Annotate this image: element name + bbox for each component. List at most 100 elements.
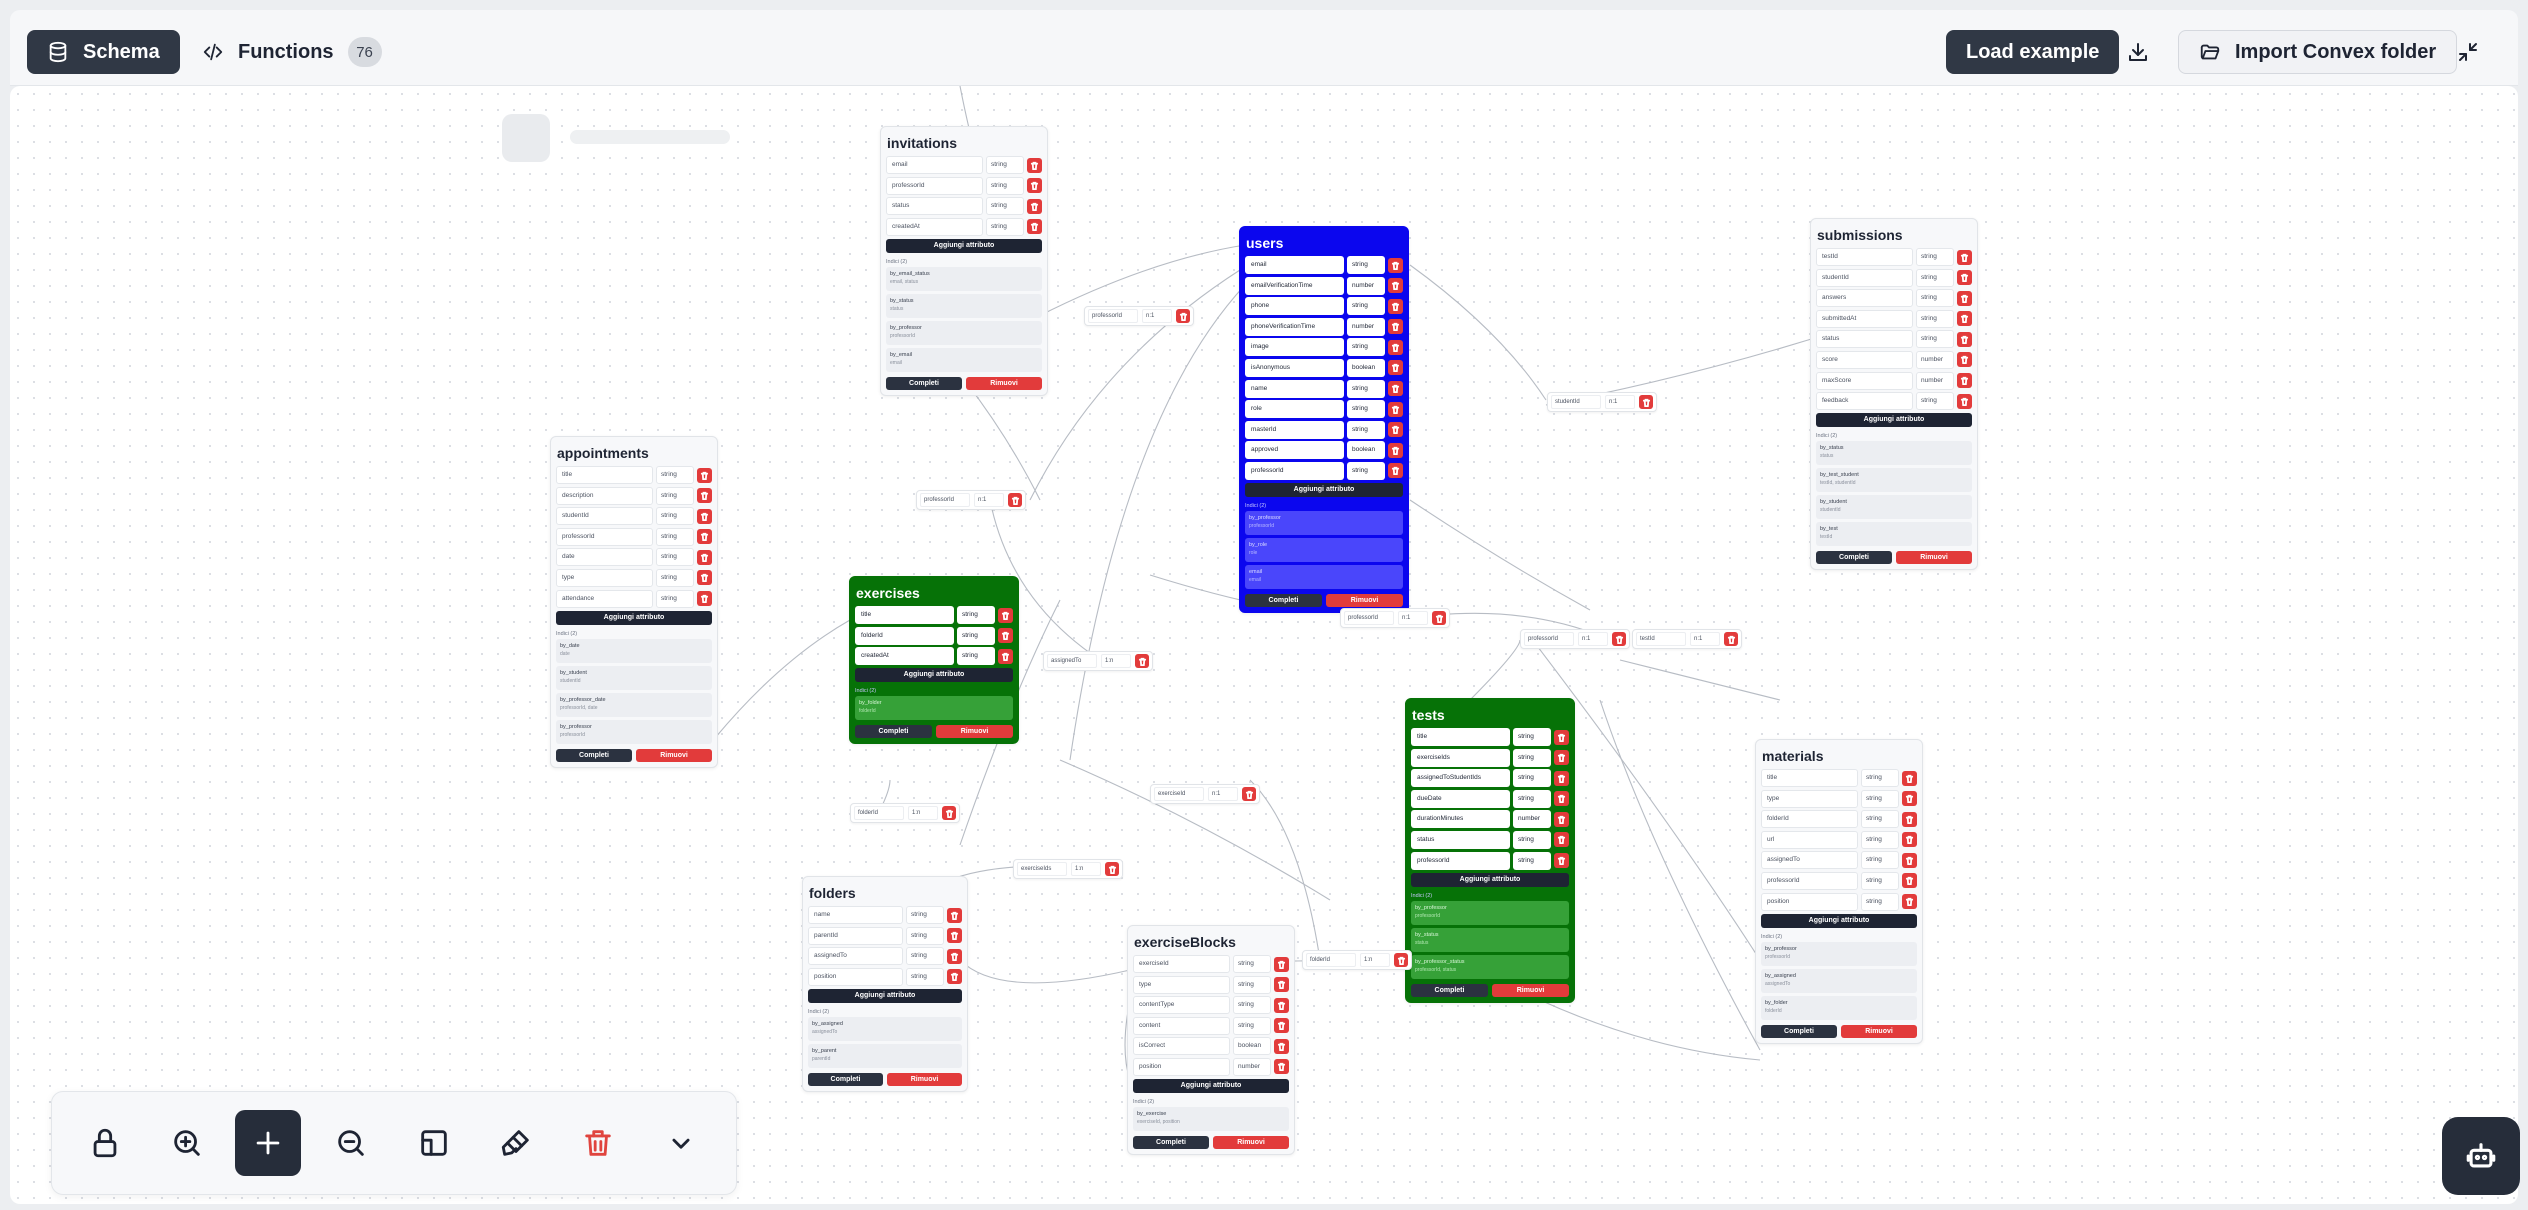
relation-field[interactable]: studentId: [1551, 395, 1601, 409]
index-row[interactable]: by_email_status email, status: [886, 266, 1042, 291]
relation-cardinality[interactable]: n:1: [974, 493, 1004, 507]
table-title[interactable]: exerciseBlocks: [1133, 932, 1289, 952]
relation-field[interactable]: professorId: [920, 493, 970, 507]
delete-field-button[interactable]: [998, 628, 1013, 644]
relation-cardinality[interactable]: n:1: [1208, 787, 1238, 801]
relation-cardinality[interactable]: 1:n: [1101, 654, 1131, 668]
field-type-select[interactable]: string: [1347, 338, 1385, 357]
relation-cardinality[interactable]: n:1: [1690, 632, 1720, 646]
delete-field-button[interactable]: [1902, 852, 1917, 868]
field-type-select[interactable]: string: [656, 548, 694, 567]
field-type-select[interactable]: string: [957, 626, 995, 645]
field-name-input[interactable]: exerciseId: [1133, 955, 1230, 973]
delete-field-button[interactable]: [697, 591, 712, 607]
field-name-input[interactable]: professorId: [886, 176, 983, 195]
delete-relation-button[interactable]: [1008, 493, 1022, 507]
delete-field-button[interactable]: [1554, 853, 1569, 869]
field-name-input[interactable]: durationMinutes: [1411, 810, 1510, 829]
delete-field-button[interactable]: [1027, 178, 1042, 194]
relation-chip[interactable]: professorId n:1: [1520, 629, 1630, 649]
table-title[interactable]: invitations: [886, 133, 1042, 153]
delete-field-button[interactable]: [1902, 770, 1917, 786]
field-type-select[interactable]: string: [656, 486, 694, 505]
field-name-input[interactable]: title: [556, 466, 653, 484]
table-node-submissions[interactable]: submissions testId string studentId stri…: [1810, 218, 1978, 571]
field-type-select[interactable]: string: [656, 466, 694, 484]
delete-field-button[interactable]: [1554, 791, 1569, 807]
relation-cardinality[interactable]: 1:n: [908, 806, 938, 820]
delete-field-button[interactable]: [1957, 311, 1972, 327]
field-type-select[interactable]: string: [1513, 851, 1551, 870]
field-name-input[interactable]: assignedToStudentIds: [1411, 769, 1510, 788]
index-row[interactable]: by_test testId: [1816, 522, 1972, 547]
field-type-select[interactable]: string: [1916, 289, 1954, 308]
delete-relation-button[interactable]: [1724, 632, 1738, 646]
field-type-select[interactable]: string: [906, 926, 944, 945]
field-name-input[interactable]: status: [886, 197, 983, 216]
complete-button[interactable]: Completi: [1245, 593, 1322, 607]
field-name-input[interactable]: studentId: [1816, 268, 1913, 287]
fit-view-button[interactable]: [401, 1110, 467, 1176]
field-name-input[interactable]: assignedTo: [1761, 851, 1858, 870]
field-name-input[interactable]: isCorrect: [1133, 1037, 1230, 1056]
add-attribute-button[interactable]: Aggiungi attributo: [1411, 872, 1569, 887]
field-name-input[interactable]: attendance: [556, 589, 653, 608]
field-name-input[interactable]: description: [556, 486, 653, 505]
table-node-users[interactable]: users email string emailVerificationTime…: [1239, 226, 1409, 613]
delete-relation-button[interactable]: [1639, 395, 1653, 409]
delete-field-button[interactable]: [1274, 956, 1289, 972]
field-name-input[interactable]: content: [1133, 1016, 1230, 1035]
delete-relation-button[interactable]: [1394, 953, 1408, 967]
field-name-input[interactable]: name: [1245, 379, 1344, 398]
delete-field-button[interactable]: [697, 549, 712, 565]
complete-button[interactable]: Completi: [1816, 551, 1892, 565]
field-type-select[interactable]: string: [1861, 810, 1899, 829]
field-name-input[interactable]: phone: [1245, 297, 1344, 316]
field-name-input[interactable]: email: [1245, 256, 1344, 274]
field-name-input[interactable]: contentType: [1133, 996, 1230, 1015]
index-row[interactable]: by_student studentId: [556, 665, 712, 690]
delete-field-button[interactable]: [998, 648, 1013, 664]
field-type-select[interactable]: string: [1233, 955, 1271, 973]
field-name-input[interactable]: url: [1761, 830, 1858, 849]
relation-field[interactable]: exerciseId: [1154, 787, 1204, 801]
add-attribute-button[interactable]: Aggiungi attributo: [1761, 913, 1917, 928]
delete-field-button[interactable]: [697, 508, 712, 524]
delete-field-button[interactable]: [1027, 198, 1042, 214]
index-row[interactable]: by_professor professorId: [1411, 900, 1569, 925]
index-row[interactable]: by_date date: [556, 638, 712, 663]
collapse-button[interactable]: [2446, 30, 2490, 74]
field-name-input[interactable]: title: [1411, 728, 1510, 746]
index-row[interactable]: by_professor professorId: [1761, 941, 1917, 966]
field-type-select[interactable]: string: [986, 217, 1024, 236]
delete-field-button[interactable]: [1027, 219, 1042, 235]
index-row[interactable]: by_professor professorId: [1245, 510, 1403, 535]
delete-relation-button[interactable]: [1432, 611, 1446, 625]
field-type-select[interactable]: boolean: [1233, 1037, 1271, 1056]
field-name-input[interactable]: assignedTo: [808, 947, 903, 966]
remove-table-button[interactable]: Rimuovi: [1841, 1024, 1917, 1038]
relation-field[interactable]: folderId: [854, 806, 904, 820]
index-row[interactable]: by_professor professorId: [886, 320, 1042, 345]
field-name-input[interactable]: createdAt: [855, 647, 954, 666]
field-type-select[interactable]: number: [1513, 810, 1551, 829]
delete-field-button[interactable]: [1274, 1018, 1289, 1034]
field-name-input[interactable]: feedback: [1816, 392, 1913, 411]
complete-button[interactable]: Completi: [886, 376, 962, 390]
field-name-input[interactable]: type: [1133, 975, 1230, 994]
field-type-select[interactable]: string: [1347, 400, 1385, 419]
delete-field-button[interactable]: [1388, 463, 1403, 479]
field-type-select[interactable]: string: [656, 507, 694, 526]
field-name-input[interactable]: folderId: [1761, 810, 1858, 829]
field-type-select[interactable]: string: [1861, 769, 1899, 787]
field-type-select[interactable]: string: [1916, 330, 1954, 349]
table-title[interactable]: folders: [808, 883, 962, 903]
delete-field-button[interactable]: [947, 948, 962, 964]
complete-button[interactable]: Completi: [1133, 1135, 1209, 1149]
delete-field-button[interactable]: [1388, 381, 1403, 397]
table-title[interactable]: materials: [1761, 746, 1917, 766]
field-name-input[interactable]: masterId: [1245, 420, 1344, 439]
field-name-input[interactable]: image: [1245, 338, 1344, 357]
delete-field-button[interactable]: [1957, 290, 1972, 306]
table-title[interactable]: submissions: [1816, 225, 1972, 245]
